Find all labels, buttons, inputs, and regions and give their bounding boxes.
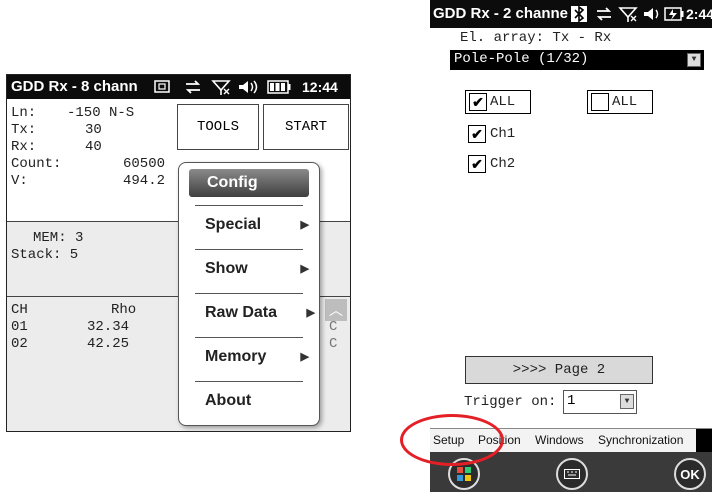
menu-item-label: Show bbox=[205, 260, 248, 277]
menu-item-about[interactable]: About bbox=[179, 385, 319, 417]
scroll-up-button[interactable]: ︿ bbox=[325, 299, 347, 321]
menu-divider bbox=[195, 381, 303, 382]
table-row-tail: C bbox=[329, 336, 338, 352]
trigger-label: Trigger on: bbox=[464, 394, 557, 410]
dropdown-arrow-icon: ▼ bbox=[620, 394, 634, 409]
array-select-value: Pole-Pole (1/32) bbox=[454, 51, 589, 67]
window-title: GDD Rx - 2 channe bbox=[433, 5, 569, 22]
table-row-rho: 42.25 bbox=[87, 336, 130, 352]
menu-item-memory[interactable]: Memory ▶ bbox=[179, 341, 319, 373]
menu-item-label: About bbox=[205, 392, 252, 409]
menu-item-show[interactable]: Show ▶ bbox=[179, 253, 319, 285]
menu-item-config[interactable]: Config bbox=[189, 169, 309, 197]
menu-item-label: Memory bbox=[205, 348, 267, 365]
stack-label: Stack: 5 bbox=[11, 247, 79, 263]
volume-icon bbox=[642, 5, 662, 28]
field-count-value: 60500 bbox=[123, 156, 166, 172]
field-ln: Ln: -150 N-S bbox=[11, 105, 134, 122]
mem-label: MEM: 3 bbox=[33, 230, 84, 246]
left-device-screen: GDD Rx - 8 chann 12:44 Ln: -150 N-S Tx: … bbox=[6, 74, 351, 432]
field-rx-label: Rx: bbox=[11, 139, 37, 155]
field-v: V: 494.2 bbox=[11, 173, 165, 190]
page-2-button[interactable]: >>>> Page 2 bbox=[465, 356, 653, 384]
tab-bar-end bbox=[696, 429, 712, 453]
menu-item-raw-data[interactable]: Raw Data ▶ bbox=[179, 297, 319, 329]
table-row-rho: 32.34 bbox=[87, 319, 130, 335]
ch2-label: Ch2 bbox=[490, 156, 516, 172]
tab-windows[interactable]: Windows bbox=[535, 433, 584, 447]
ch1-label: Ch1 bbox=[490, 126, 516, 142]
check-icon: ✔ bbox=[469, 93, 487, 111]
field-v-value: 494.2 bbox=[123, 173, 166, 189]
table-row-ch: 01 bbox=[11, 319, 28, 335]
submenu-arrow-icon: ▶ bbox=[306, 307, 315, 319]
sync-arrows-icon bbox=[594, 5, 614, 28]
ok-button[interactable]: OK bbox=[674, 458, 706, 490]
field-ln-label: Ln: bbox=[11, 105, 37, 121]
ch1-checkbox[interactable]: ✔ Ch1 bbox=[468, 124, 538, 144]
field-v-label: V: bbox=[11, 173, 28, 189]
menu-divider bbox=[195, 293, 303, 294]
col-header-rho: Rho bbox=[111, 302, 137, 318]
menu-item-label: Raw Data bbox=[205, 304, 278, 321]
field-count-label: Count: bbox=[11, 156, 62, 172]
highlight-circle-annotation bbox=[400, 414, 504, 466]
tools-menu: Config Special ▶ Show ▶ Raw Data ▶ Memor… bbox=[178, 162, 320, 426]
window-title: GDD Rx - 8 chann bbox=[11, 78, 138, 95]
menu-divider bbox=[195, 249, 303, 250]
all-checkbox-label: ALL bbox=[612, 94, 638, 110]
keyboard-icon[interactable] bbox=[556, 458, 588, 490]
array-label: El. array: Tx - Rx bbox=[460, 30, 612, 46]
table-row-ch: 02 bbox=[11, 336, 28, 352]
clock: 12:44 bbox=[302, 79, 338, 95]
start-button[interactable]: START bbox=[263, 104, 349, 150]
tools-button[interactable]: TOOLS bbox=[177, 104, 259, 150]
submenu-arrow-icon: ▶ bbox=[300, 351, 309, 363]
menu-divider bbox=[195, 205, 303, 206]
all-checkbox-unchecked[interactable]: ALL bbox=[587, 90, 653, 114]
connectivity-icon bbox=[153, 78, 171, 101]
check-icon: ✔ bbox=[468, 125, 486, 143]
battery-charging-icon bbox=[664, 7, 684, 26]
array-select[interactable]: Pole-Pole (1/32) ▼ bbox=[450, 50, 704, 70]
no-signal-icon bbox=[211, 78, 231, 101]
table-row-tail: C bbox=[329, 319, 338, 335]
field-tx: Tx: 30 bbox=[11, 122, 102, 139]
status-bar: GDD Rx - 2 channe 2:44 bbox=[430, 0, 712, 28]
menu-item-special[interactable]: Special ▶ bbox=[179, 209, 319, 241]
tab-synchronization[interactable]: Synchronization bbox=[598, 433, 683, 447]
bluetooth-icon bbox=[570, 5, 588, 28]
field-tx-value: 30 bbox=[85, 122, 102, 138]
menu-item-label: Special bbox=[205, 216, 262, 233]
trigger-select[interactable]: 1 ▼ bbox=[563, 390, 637, 414]
field-count: Count: 60500 bbox=[11, 156, 165, 173]
all-checkbox-label: ALL bbox=[490, 94, 516, 110]
dropdown-arrow-icon: ▼ bbox=[687, 53, 701, 67]
field-rx-value: 40 bbox=[85, 139, 102, 155]
submenu-arrow-icon: ▶ bbox=[300, 263, 309, 275]
submenu-arrow-icon: ▶ bbox=[300, 219, 309, 231]
menu-divider bbox=[195, 337, 303, 338]
all-checkbox-checked[interactable]: ✔ ALL bbox=[465, 90, 531, 114]
trigger-select-value: 1 bbox=[567, 393, 576, 409]
sync-arrows-icon bbox=[183, 78, 203, 101]
checkbox-empty-icon bbox=[591, 93, 609, 111]
field-rx: Rx: 40 bbox=[11, 139, 102, 156]
col-header-ch: CH bbox=[11, 302, 28, 318]
ch2-checkbox[interactable]: ✔ Ch2 bbox=[468, 154, 538, 174]
menu-item-label: Config bbox=[207, 174, 258, 191]
status-bar: GDD Rx - 8 chann 12:44 bbox=[7, 75, 350, 99]
no-signal-icon bbox=[618, 5, 638, 28]
clock: 2:44 bbox=[686, 6, 712, 22]
battery-icon bbox=[267, 80, 291, 99]
field-tx-label: Tx: bbox=[11, 122, 37, 138]
field-ln-value: -150 N-S bbox=[67, 105, 135, 121]
volume-icon bbox=[237, 78, 259, 101]
check-icon: ✔ bbox=[468, 155, 486, 173]
